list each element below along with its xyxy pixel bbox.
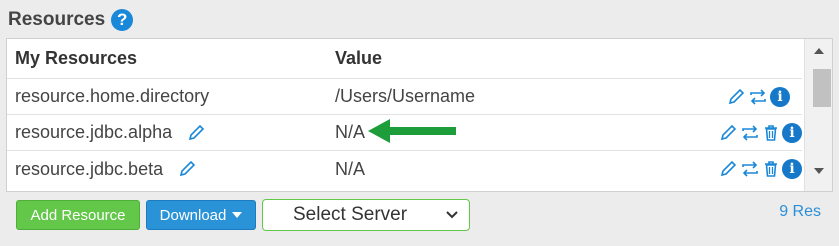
- resource-name-cell: resource.jdbc.alpha: [15, 122, 206, 143]
- download-label: Download: [159, 206, 227, 224]
- trash-icon[interactable]: [762, 123, 780, 143]
- arrow-left-icon: [368, 119, 456, 143]
- table-row: resource.home.directory /Users/Username …: [7, 79, 802, 115]
- panel-header: Resources ?: [8, 6, 134, 34]
- pencil-icon[interactable]: [718, 123, 738, 143]
- resource-name: resource.jdbc.alpha: [15, 122, 173, 142]
- swap-icon[interactable]: [748, 87, 768, 107]
- panel-title: Resources: [8, 9, 106, 30]
- table-footer: Add Resource Download Select Server: [16, 199, 470, 231]
- resource-name: resource.home.directory: [15, 86, 210, 106]
- pencil-icon[interactable]: [177, 159, 197, 179]
- resource-value: N/A: [335, 158, 366, 179]
- add-resource-button[interactable]: Add Resource: [16, 200, 140, 230]
- help-icon[interactable]: ?: [111, 9, 134, 31]
- pencil-icon[interactable]: [726, 87, 746, 107]
- scroll-down-arrow[interactable]: [805, 163, 832, 179]
- swap-icon[interactable]: [740, 123, 760, 143]
- table-header-row: My Resources Value: [7, 39, 802, 79]
- resources-table: My Resources Value resource.home.directo…: [6, 38, 833, 192]
- resource-name-cell: resource.home.directory: [15, 86, 209, 107]
- scroll-up-arrow[interactable]: [805, 43, 832, 59]
- chevron-down-icon: [446, 211, 458, 219]
- resource-count: 9 Res: [779, 203, 821, 220]
- table-row: resource.jdbc.beta N/A i: [7, 151, 802, 187]
- pencil-icon[interactable]: [186, 123, 206, 143]
- column-header-my-resources: My Resources: [15, 48, 138, 68]
- pencil-icon[interactable]: [718, 159, 738, 179]
- caret-down-icon: [232, 212, 243, 218]
- info-icon[interactable]: i: [782, 122, 802, 143]
- resource-value: /Users/Username: [335, 86, 476, 106]
- scroll-thumb[interactable]: [813, 69, 831, 107]
- row-actions: i: [718, 159, 802, 179]
- resource-value: N/A: [335, 122, 366, 142]
- row-actions: i: [718, 122, 802, 143]
- server-select[interactable]: Select Server: [262, 199, 470, 231]
- row-actions: i: [726, 86, 790, 107]
- resource-name: resource.jdbc.beta: [15, 158, 164, 179]
- trash-icon[interactable]: [762, 159, 780, 179]
- resource-name-cell: resource.jdbc.beta: [15, 159, 197, 180]
- info-icon[interactable]: i: [770, 86, 790, 107]
- download-button[interactable]: Download: [146, 200, 256, 230]
- server-select-value: Select Server: [293, 204, 408, 225]
- info-icon[interactable]: i: [782, 159, 802, 179]
- swap-icon[interactable]: [740, 159, 760, 179]
- column-header-value: Value: [335, 48, 383, 68]
- table-body: My Resources Value resource.home.directo…: [7, 39, 802, 191]
- vertical-scrollbar[interactable]: [804, 39, 832, 191]
